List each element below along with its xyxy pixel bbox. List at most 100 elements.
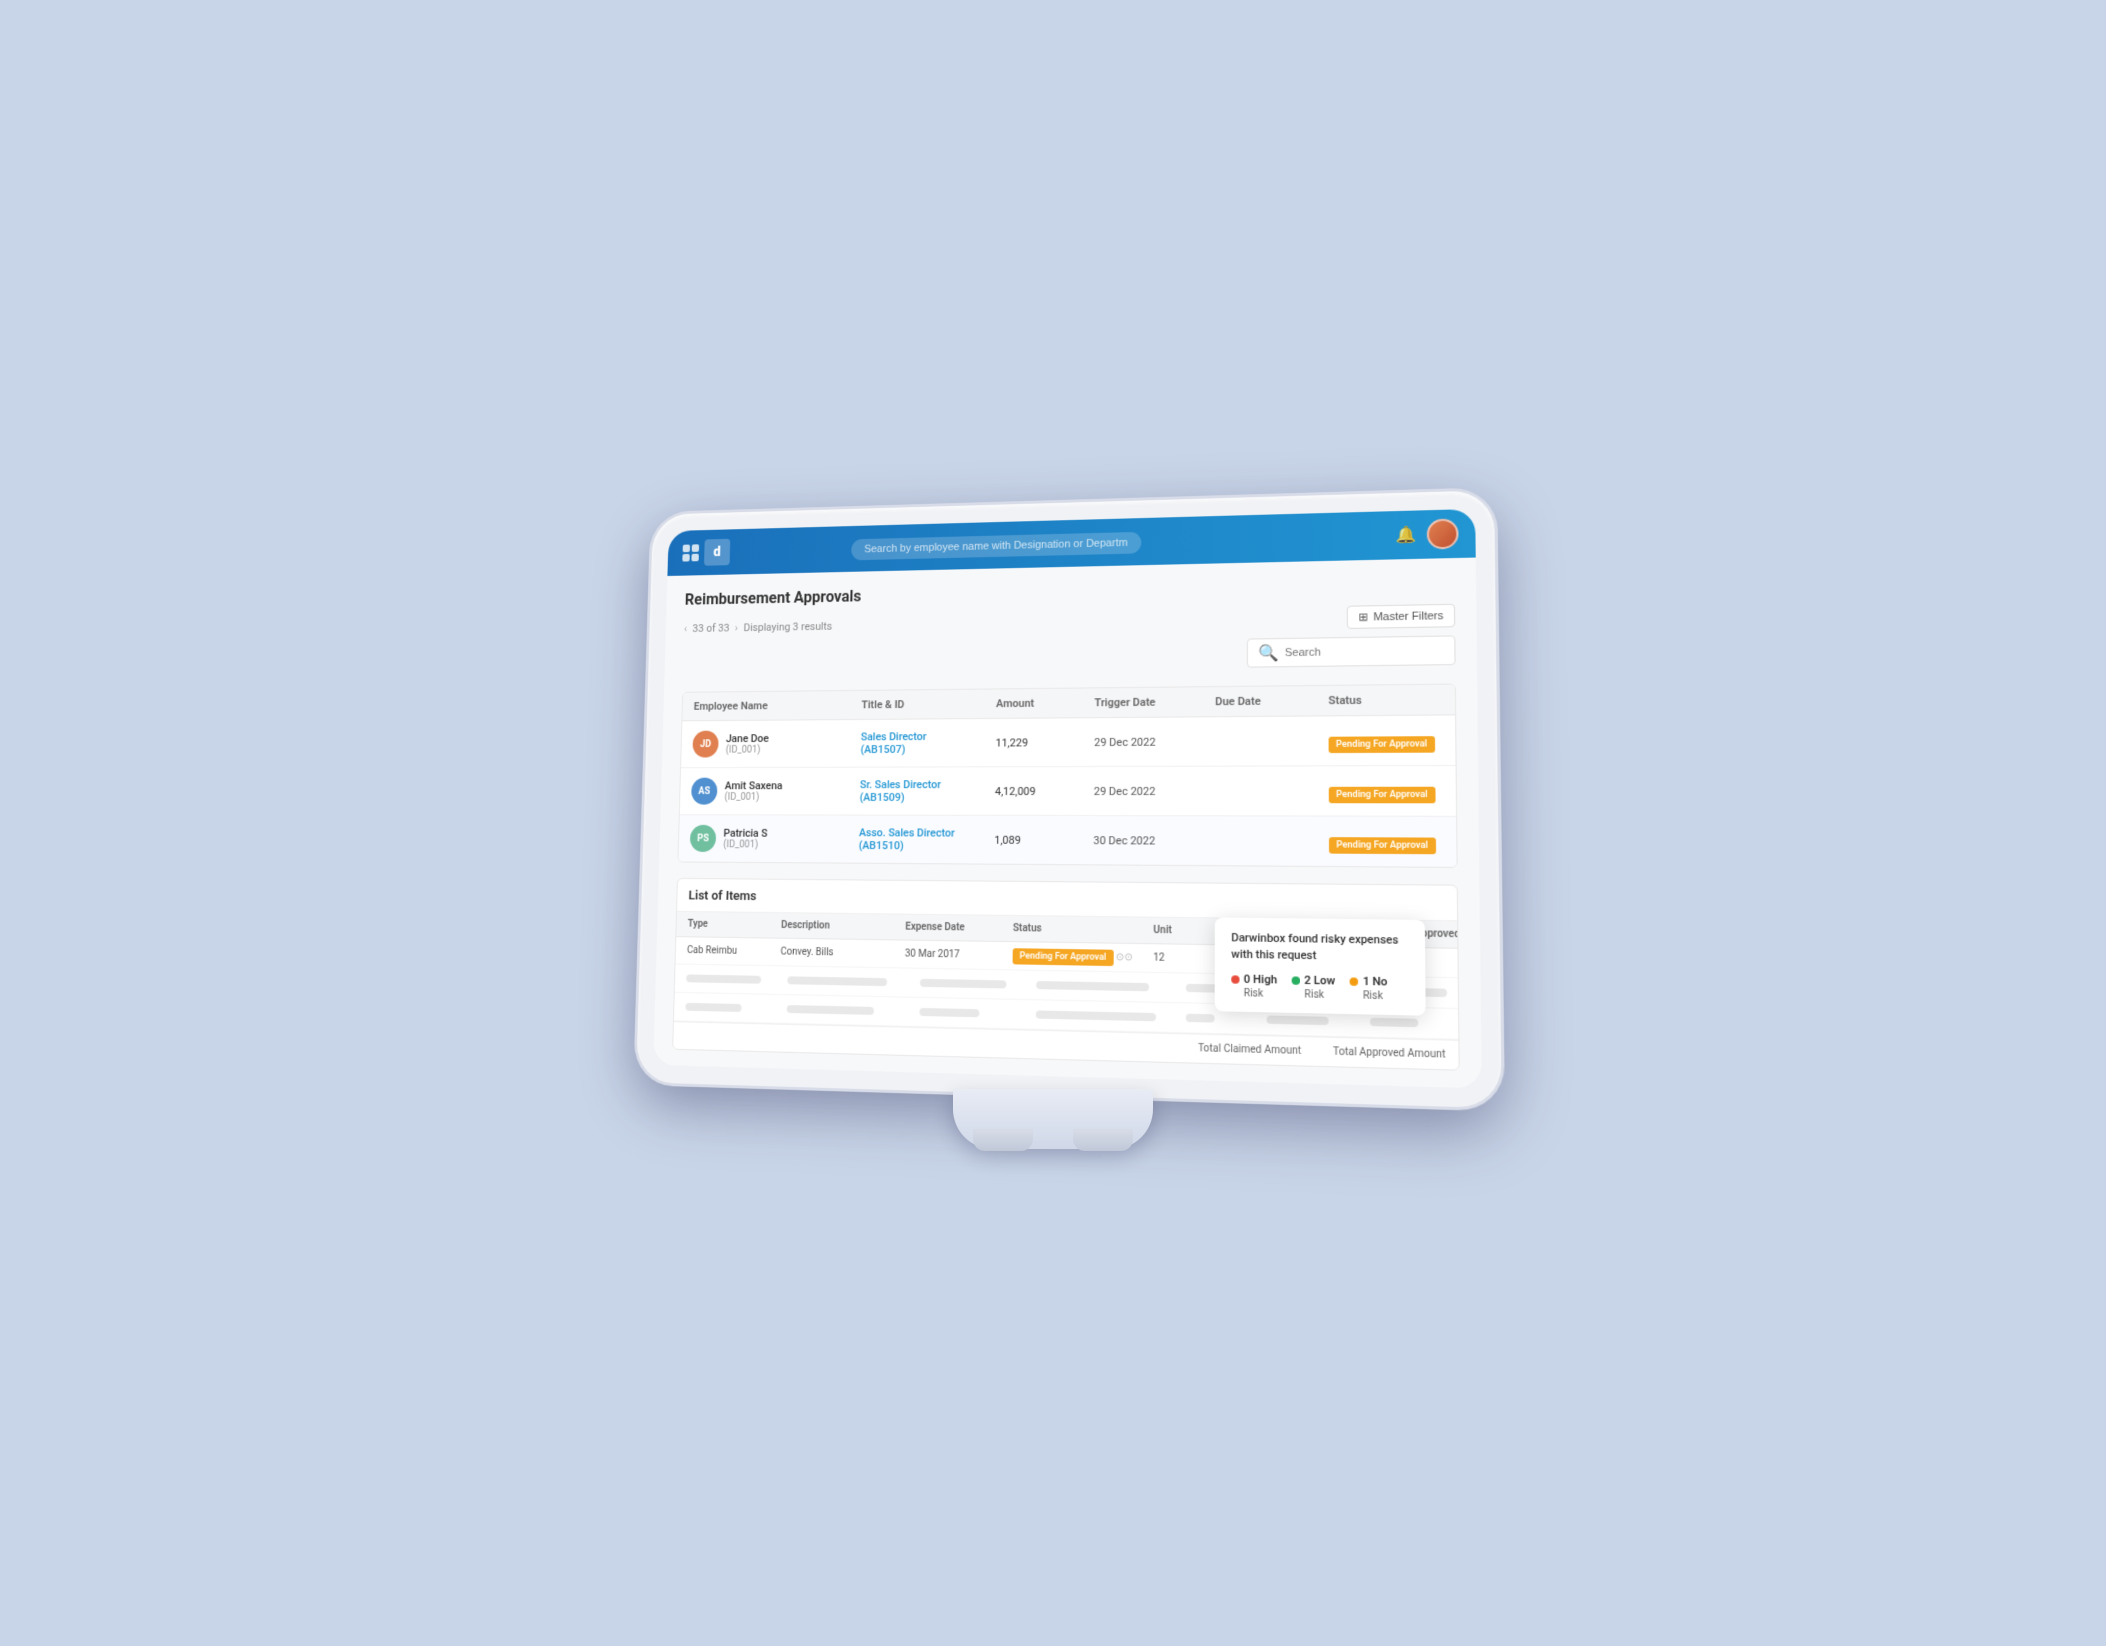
avatar-jd: JD — [692, 730, 718, 757]
pagination-info: ‹ 33 of 33 › Displaying 3 results — [684, 620, 832, 635]
risk-label-low: Risk — [1292, 988, 1324, 1000]
pagination-text: 33 of 33 — [692, 621, 729, 634]
table-search[interactable]: 🔍 — [1247, 635, 1456, 667]
master-filters-label: Master Filters — [1373, 609, 1443, 622]
table-header-row: Employee Name Title & ID Amount Trigger … — [682, 684, 1455, 721]
amount-amit: 4,12,009 — [995, 784, 1094, 797]
title-id-ab1510[interactable]: (AB1510) — [859, 839, 995, 853]
title-asso-sales-director[interactable]: Asso. Sales Director — [859, 826, 995, 839]
col-title-id: Title & ID — [861, 697, 996, 711]
brand-logo: d — [704, 538, 730, 565]
status-cell-jane: Pending For Approval — [1329, 730, 1458, 750]
emp-id-amit: (ID_001) — [724, 792, 782, 803]
status-cell-patricia: Pending For Approval — [1329, 831, 1458, 852]
risk-label-high: Risk — [1231, 987, 1263, 999]
list-items-section: List of Items Type Description Expense D… — [672, 877, 1460, 1070]
trigger-date-patricia: 30 Dec 2022 — [1093, 833, 1215, 847]
risk-count-high: 0 High — [1244, 972, 1277, 986]
emp-id-patricia: (ID_001) — [723, 839, 767, 850]
list-description: Convey. Bills — [780, 946, 905, 959]
emp-id-jane: (ID_001) — [726, 744, 769, 755]
app-logo: d — [682, 538, 730, 565]
status-cell-amit: Pending For Approval — [1329, 780, 1458, 800]
list-status: Pending For Approval ⊙⊙ — [1013, 950, 1154, 963]
list-col-status: Status — [1013, 923, 1154, 936]
risk-count-low: 2 Low — [1304, 973, 1335, 987]
skeleton-cell — [685, 1002, 741, 1011]
skeleton-cell — [686, 974, 761, 983]
tablet-stand — [953, 1089, 1153, 1149]
filter-icon: ⊞ — [1358, 610, 1368, 623]
tablet-screen: d 🔔 Reimbursement Approvals ‹ — [653, 508, 1482, 1087]
next-page-btn[interactable]: › — [735, 621, 738, 633]
emp-name-jane: Jane Doe — [726, 732, 769, 745]
page-title: Reimbursement Approvals — [685, 574, 1455, 608]
table-row: PS Patricia S (ID_001) Asso. Sales Direc… — [678, 815, 1456, 867]
global-search[interactable] — [851, 530, 1141, 560]
table-row: AS Amit Saxena (ID_001) Sr. Sales Direct… — [680, 765, 1456, 816]
search-wrapper: 🔍 — [682, 635, 1455, 684]
title-id-ab1507[interactable]: (AB1507) — [861, 742, 996, 755]
risk-dot-high — [1231, 974, 1239, 982]
col-due-date: Due Date — [1215, 694, 1328, 708]
skeleton-cell — [1267, 1015, 1329, 1025]
emp-name-amit: Amit Saxena — [725, 779, 783, 792]
notification-icon[interactable]: 🔔 — [1395, 524, 1416, 545]
list-expense-date: 30 Mar 2017 — [905, 948, 1013, 961]
col-amount: Amount — [996, 696, 1095, 710]
avatar-as: AS — [691, 777, 718, 804]
skeleton-cell — [1186, 1013, 1215, 1022]
col-trigger-date: Trigger Date — [1094, 695, 1215, 709]
user-avatar[interactable] — [1427, 518, 1459, 549]
stand-base — [953, 1089, 1153, 1149]
risk-item-high: 0 High Risk — [1231, 972, 1277, 1000]
search-icon: 🔍 — [1258, 643, 1278, 662]
master-filters-button[interactable]: ⊞ Master Filters — [1347, 603, 1455, 628]
employee-cell-amit: AS Amit Saxena (ID_001) — [691, 777, 860, 804]
grid-icon — [682, 544, 699, 561]
stand-foot-right — [1073, 1129, 1133, 1151]
employee-cell-patricia: PS Patricia S (ID_001) — [690, 824, 859, 852]
skeleton-cell — [787, 976, 887, 986]
table-row: JD Jane Doe (ID_001) Sales Director (AB1… — [681, 715, 1456, 768]
risk-count-no: 1 No — [1363, 974, 1388, 988]
skeleton-cell — [919, 1007, 978, 1016]
approvals-table: Employee Name Title & ID Amount Trigger … — [677, 683, 1457, 867]
prev-page-btn[interactable]: ‹ — [684, 622, 687, 634]
title-sales-director[interactable]: Sales Director — [861, 729, 996, 743]
status-badge-jane: Pending For Approval — [1329, 735, 1435, 752]
list-col-expense-date: Expense Date — [905, 921, 1013, 933]
employee-cell-jane: JD Jane Doe (ID_001) — [692, 729, 861, 757]
risk-item-low: 2 Low Risk — [1292, 973, 1336, 1001]
skeleton-cell — [920, 978, 1007, 988]
total-approved-label: Total Approved Amount — [1333, 1046, 1446, 1060]
avatar-ps: PS — [690, 824, 717, 851]
emp-name-patricia: Patricia S — [723, 826, 767, 839]
search-input[interactable] — [1285, 644, 1444, 658]
displaying-text: Displaying 3 results — [743, 620, 832, 634]
global-search-input[interactable] — [851, 531, 1141, 560]
skeleton-cell — [1370, 1017, 1418, 1027]
skeleton-cell — [1036, 1010, 1156, 1021]
risk-tooltip: Darwinbox found risky expenses with this… — [1215, 917, 1426, 1015]
title-sr-sales-director[interactable]: Sr. Sales Director — [860, 778, 995, 791]
stand-foot-left — [973, 1129, 1033, 1151]
trigger-date-jane: 29 Dec 2022 — [1094, 734, 1215, 748]
total-claimed-label: Total Claimed Amount — [1198, 1042, 1301, 1056]
col-employee-name: Employee Name — [694, 698, 862, 712]
risk-items: 0 High Risk 2 Low Risk — [1231, 972, 1408, 1002]
navbar-right: 🔔 — [1395, 518, 1458, 550]
title-id-ab1509[interactable]: (AB1509) — [860, 791, 995, 804]
list-type: Cab Reimbu — [687, 945, 781, 957]
skeleton-cell — [787, 1005, 874, 1015]
toolbar: ‹ 33 of 33 › Displaying 3 results ⊞ Mast… — [684, 603, 1455, 639]
amount-jane: 11,229 — [995, 735, 1094, 748]
skeleton-cell — [1036, 980, 1149, 990]
list-status-badge: Pending For Approval — [1013, 948, 1114, 966]
trigger-date-amit: 29 Dec 2022 — [1094, 784, 1215, 797]
status-badge-patricia: Pending For Approval — [1329, 836, 1436, 853]
amount-patricia: 1,089 — [994, 833, 1093, 846]
risk-item-no: 1 No Risk — [1350, 974, 1387, 1002]
list-col-description: Description — [781, 920, 905, 933]
risk-label-no: Risk — [1350, 990, 1383, 1002]
